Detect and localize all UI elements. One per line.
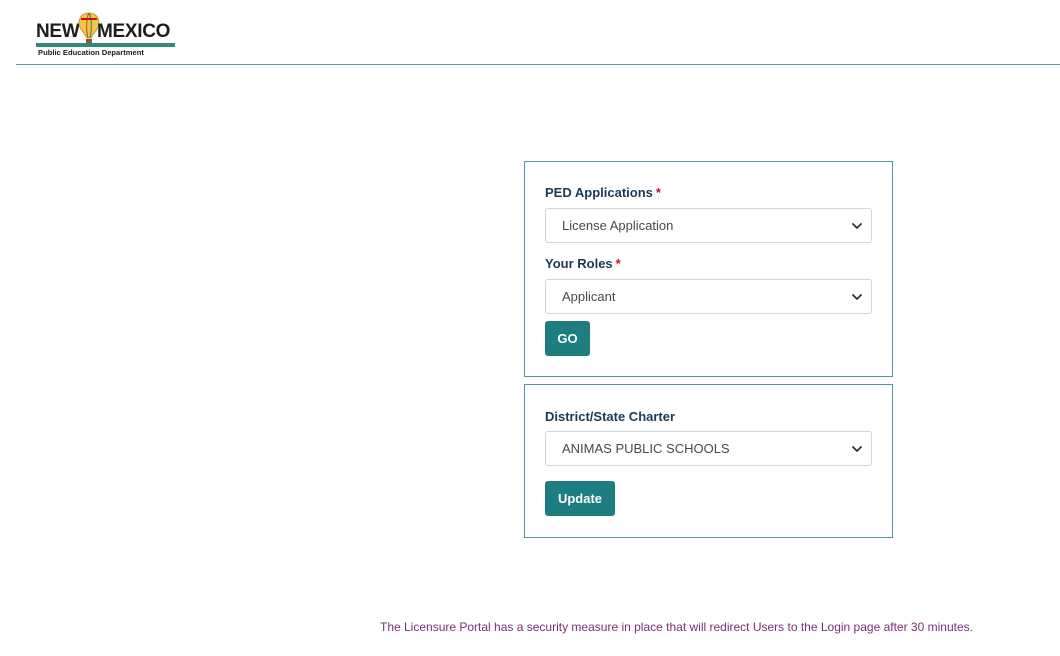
district-select[interactable]: ANIMAS PUBLIC SCHOOLS bbox=[545, 431, 872, 466]
district-value: ANIMAS PUBLIC SCHOOLS bbox=[562, 441, 730, 456]
go-button[interactable]: GO bbox=[545, 321, 590, 356]
page-header: NEW MEXICO Public Education Department bbox=[0, 0, 1060, 66]
ped-applications-label-text: PED Applications bbox=[545, 185, 653, 200]
header-divider bbox=[16, 64, 1060, 65]
nmped-logo[interactable]: NEW MEXICO Public Education Department bbox=[36, 12, 178, 60]
your-roles-value: Applicant bbox=[562, 289, 616, 304]
required-asterisk: * bbox=[655, 185, 661, 200]
logo-subtitle: Public Education Department bbox=[38, 48, 144, 57]
logo-word-mexico: MEXICO bbox=[97, 21, 171, 42]
district-label: District/State Charter bbox=[545, 409, 676, 424]
ped-applications-value: License Application bbox=[562, 218, 674, 233]
logo-bar bbox=[36, 43, 175, 47]
applications-card: PED Applications * License Application Yo… bbox=[524, 161, 893, 377]
your-roles-label-text: Your Roles bbox=[545, 256, 613, 271]
ped-applications-label: PED Applications * bbox=[545, 185, 661, 200]
your-roles-select[interactable]: Applicant bbox=[545, 279, 872, 314]
security-timeout-note: The Licensure Portal has a security meas… bbox=[380, 620, 973, 634]
chevron-down-icon bbox=[852, 446, 862, 452]
your-roles-label: Your Roles * bbox=[545, 256, 621, 271]
logo-word-new: NEW bbox=[36, 21, 80, 42]
ped-applications-select[interactable]: License Application bbox=[545, 208, 872, 243]
chevron-down-icon bbox=[852, 294, 862, 300]
update-button[interactable]: Update bbox=[545, 481, 615, 516]
chevron-down-icon bbox=[852, 223, 862, 229]
required-asterisk: * bbox=[615, 256, 621, 271]
district-card: District/State Charter ANIMAS PUBLIC SCH… bbox=[524, 384, 893, 538]
